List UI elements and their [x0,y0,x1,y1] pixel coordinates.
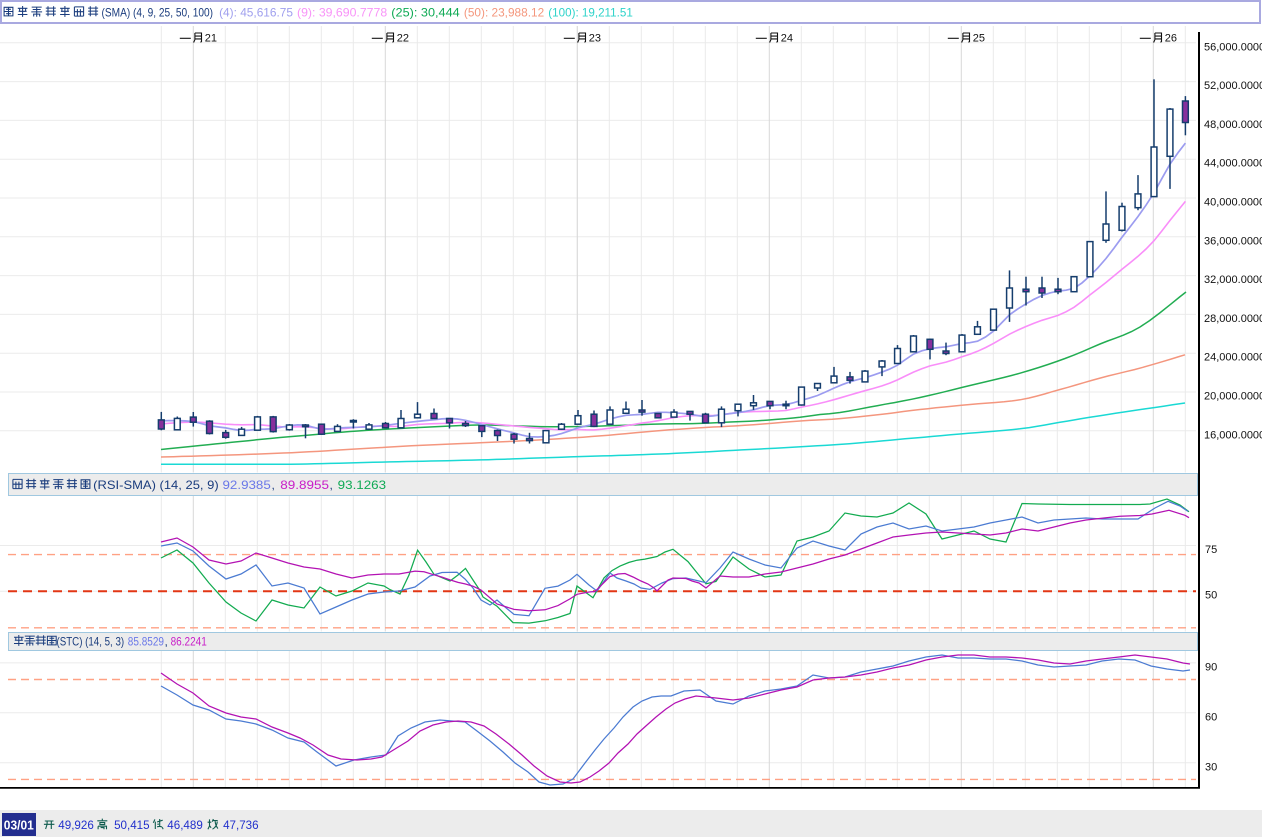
svg-text:(4): 45,616.75: (4): 45,616.75 [219,6,293,20]
svg-text:24,000.0000: 24,000.0000 [1204,352,1262,364]
svg-text:56,000.0000: 56,000.0000 [1204,41,1262,53]
svg-text:50: 50 [1205,590,1217,602]
svg-text:25: 25 [973,32,985,44]
svg-text:30: 30 [1205,761,1217,773]
svg-text:22: 22 [397,32,409,44]
svg-text:48,000.0000: 48,000.0000 [1204,119,1262,131]
svg-text:16,000.0000: 16,000.0000 [1204,429,1262,441]
svg-text:,: , [330,478,333,492]
svg-text:46,489: 46,489 [167,818,203,832]
svg-text:(100): 19,211.51: (100): 19,211.51 [548,6,633,20]
svg-text:(9): 39,690.7778: (9): 39,690.7778 [297,6,388,20]
svg-text:93.1263: 93.1263 [338,478,387,492]
svg-text:23: 23 [589,32,601,44]
svg-text:24: 24 [781,32,793,44]
svg-text:60: 60 [1205,711,1217,723]
svg-text:75: 75 [1205,544,1217,556]
svg-text:85.8529: 85.8529 [128,634,164,648]
svg-text:(RSI-SMA) (14, 25, 9): (RSI-SMA) (14, 25, 9) [93,478,219,492]
svg-text:86.2241: 86.2241 [171,634,207,648]
svg-text:40,000.0000: 40,000.0000 [1204,197,1262,209]
svg-text:92.9385: 92.9385 [223,478,272,492]
svg-text:32,000.0000: 32,000.0000 [1204,274,1262,286]
svg-text:50,415: 50,415 [114,818,150,832]
svg-text:21: 21 [205,32,217,44]
svg-text:,: , [165,634,168,648]
svg-text:03/01: 03/01 [4,819,34,833]
svg-text:26: 26 [1165,32,1177,44]
svg-text:44,000.0000: 44,000.0000 [1204,158,1262,170]
svg-text:52,000.0000: 52,000.0000 [1204,80,1262,92]
svg-text:90: 90 [1205,661,1217,673]
svg-text:49,926: 49,926 [58,818,94,832]
svg-text:(SMA) (4, 9, 25, 50, 100): (SMA) (4, 9, 25, 50, 100) [102,6,214,20]
svg-text:,: , [272,478,275,492]
svg-text:89.8955: 89.8955 [280,478,329,492]
svg-text:47,736: 47,736 [223,818,259,832]
svg-text:(50): 23,988.12: (50): 23,988.12 [464,6,545,20]
svg-text:(STC) (14, 5, 3): (STC) (14, 5, 3) [57,634,125,648]
svg-text:(25): 30,444: (25): 30,444 [391,6,460,20]
svg-text:36,000.0000: 36,000.0000 [1204,235,1262,247]
svg-text:20,000.0000: 20,000.0000 [1204,391,1262,403]
svg-text:28,000.0000: 28,000.0000 [1204,313,1262,325]
